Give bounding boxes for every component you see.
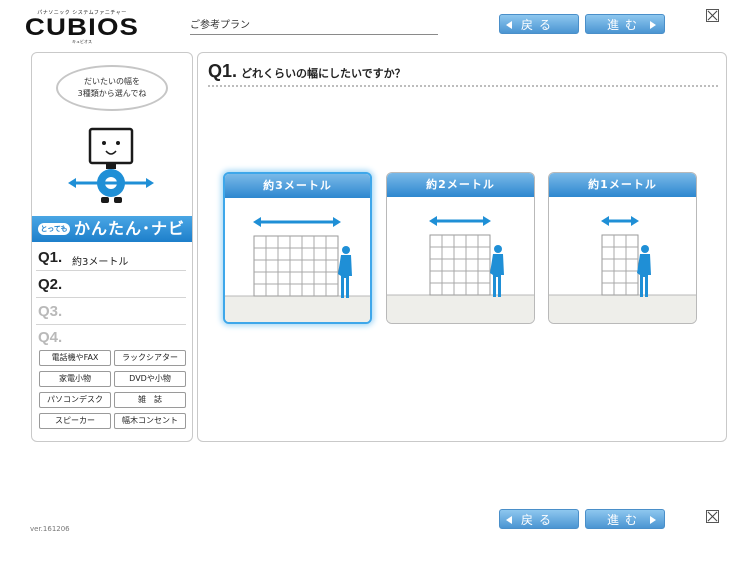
- bubble-line-1: だいたいの幅を: [84, 77, 140, 86]
- question-label: Q4.: [38, 329, 63, 346]
- option-phone-fax[interactable]: 電話機やFAX: [39, 350, 111, 366]
- dotted-divider: [208, 85, 718, 87]
- option-baseboard-outlet[interactable]: 幅木コンセント: [114, 413, 186, 429]
- question-text: どれくらいの幅にしたいですか？: [241, 67, 406, 80]
- option-pc-desk[interactable]: パソコンデスク: [39, 392, 111, 408]
- back-button-bottom[interactable]: 戻る: [499, 509, 579, 529]
- question-answer: 約3メートル: [72, 257, 129, 268]
- arrow-left-icon: [506, 516, 512, 524]
- mascot-icon: [68, 127, 154, 203]
- navi-pill: とっても: [38, 223, 70, 235]
- width-option-3m[interactable]: 約3メートル: [223, 172, 372, 324]
- navi-sidebar: だいたいの幅を 3種類から選んでね とっても かんたん･ナビ Q1. 約3メート…: [31, 52, 193, 442]
- shelf-illustration: [387, 216, 534, 323]
- close-icon[interactable]: [706, 510, 719, 523]
- width-option-2m[interactable]: 約2メートル: [386, 172, 535, 324]
- shelf-illustration: [549, 216, 696, 323]
- back-button-label: 戻る: [520, 18, 557, 32]
- version-label: ver.161206: [30, 525, 70, 533]
- next-button-top[interactable]: 進む: [585, 14, 665, 34]
- question-row-q3: Q3.: [36, 299, 186, 325]
- shelf-illustration: [225, 217, 370, 322]
- question-panel: Q1. どれくらいの幅にしたいですか？ 約3メートル 約2メートル 約1メートル: [197, 52, 727, 442]
- question-label: Q1.: [38, 249, 63, 266]
- next-button-bottom[interactable]: 進む: [585, 509, 665, 529]
- arrow-left-icon: [506, 21, 512, 29]
- card-label: 約3メートル: [225, 174, 370, 198]
- next-button-label: 進む: [606, 18, 643, 32]
- reference-plan-label: ご参考プラン: [190, 19, 438, 35]
- kantan-navi-banner: とっても かんたん･ナビ: [32, 216, 192, 242]
- back-button-label: 戻る: [520, 513, 557, 527]
- arrow-right-icon: [650, 516, 656, 524]
- option-magazines[interactable]: 雑 誌: [114, 392, 186, 408]
- question-label: Q2.: [38, 276, 63, 293]
- bubble-line-2: 3種類から選んでね: [77, 89, 147, 98]
- question-row-q1[interactable]: Q1. 約3メートル: [36, 245, 186, 271]
- cubios-logo: パナソニック システムファニチャー CUBIOS キュビオス: [25, 10, 138, 45]
- logo-name: CUBIOS: [24, 14, 140, 41]
- option-dvd[interactable]: DVDや小物: [114, 371, 186, 387]
- option-appliances[interactable]: 家電小物: [39, 371, 111, 387]
- speech-bubble: だいたいの幅を 3種類から選んでね: [56, 65, 168, 111]
- option-rack-theater[interactable]: ラックシアター: [114, 350, 186, 366]
- navi-title: かんたん･ナビ: [74, 219, 186, 238]
- question-row-q2[interactable]: Q2.: [36, 272, 186, 298]
- next-button-label: 進む: [606, 513, 643, 527]
- arrow-right-icon: [650, 21, 656, 29]
- close-icon[interactable]: [706, 9, 719, 22]
- question-heading: Q1. どれくらいの幅にしたいですか？: [208, 61, 406, 82]
- width-option-1m[interactable]: 約1メートル: [548, 172, 697, 324]
- back-button-top[interactable]: 戻る: [499, 14, 579, 34]
- card-label: 約2メートル: [387, 173, 534, 197]
- option-speaker[interactable]: スピーカー: [39, 413, 111, 429]
- question-number: Q1.: [208, 61, 238, 81]
- card-label: 約1メートル: [549, 173, 696, 197]
- question-label: Q3.: [38, 303, 63, 320]
